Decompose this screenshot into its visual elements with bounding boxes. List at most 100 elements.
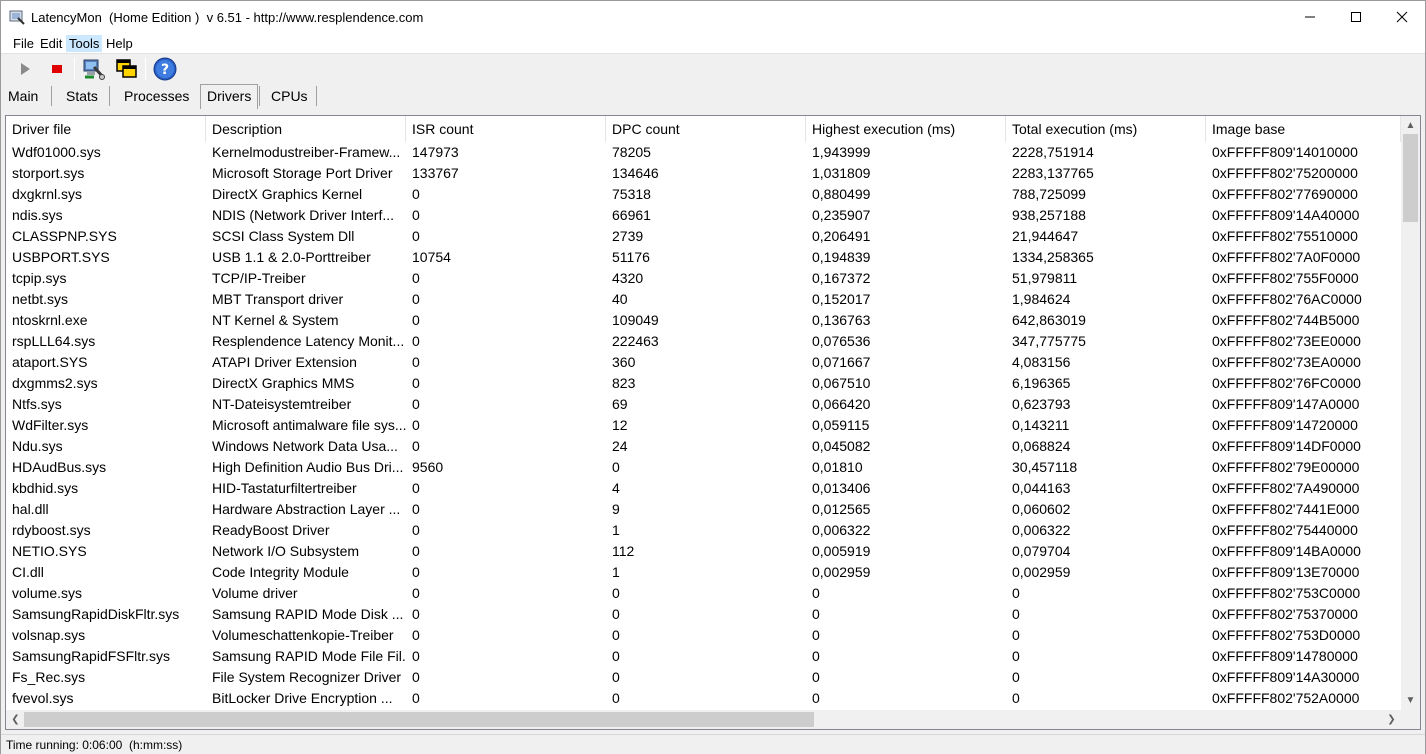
cell-total-execution: 4,083156 — [1012, 354, 1071, 370]
table-row[interactable]: SamsungRapidFSFltr.sys Samsung RAPID Mode… — [6, 646, 1401, 667]
scroll-down-icon[interactable]: ▼ — [1402, 692, 1419, 709]
table-row[interactable]: tcpip.sys TCP/IP-Treiber 0 4320 0,167372 51,9… — [6, 268, 1401, 289]
cell-highest-execution: 0 — [812, 585, 820, 601]
horizontal-scroll-thumb[interactable] — [24, 712, 814, 727]
scroll-left-icon[interactable]: ❮ — [7, 711, 24, 728]
table-row[interactable]: dxgmms2.sys DirectX Graphics MMS 0 823 0,067… — [6, 373, 1401, 394]
table-row[interactable]: volsnap.sys Volumeschattenkopie-Treiber 0 0… — [6, 625, 1401, 646]
cell-description: NT-Dateisystemtreiber — [212, 396, 352, 412]
table-row[interactable]: WdFilter.sys Microsoft antimalware file s… — [6, 415, 1401, 436]
copy-windows-button[interactable] — [114, 57, 138, 81]
tab-processes[interactable]: Processes — [118, 83, 195, 109]
table-row[interactable]: ataport.SYS ATAPI Driver Extension 0 360 0,0… — [6, 352, 1401, 373]
column-header-isr-count[interactable]: ISR count — [406, 116, 606, 142]
toolbar-separator — [145, 58, 146, 80]
table-row[interactable]: kbdhid.sys HID-Tastaturfiltertreiber 0 4 0,0… — [6, 478, 1401, 499]
column-header-description[interactable]: Description — [206, 116, 406, 142]
cell-isr-count: 0 — [412, 522, 420, 538]
vertical-scrollbar[interactable]: ▲ ▼ — [1401, 116, 1420, 710]
table-row[interactable]: rdyboost.sys ReadyBoost Driver 0 1 0,006322 0… — [6, 520, 1401, 541]
stop-icon — [52, 65, 62, 73]
horizontal-scrollbar[interactable]: ❮ ❯ — [6, 710, 1401, 729]
cell-image-base: 0xFFFFF809'14720000 — [1212, 417, 1358, 433]
table-row[interactable]: fvevol.sys BitLocker Drive Encryption ...… — [6, 688, 1401, 709]
cell-driver-file: Ntfs.sys — [12, 396, 62, 412]
tab-main[interactable]: Main — [2, 83, 44, 109]
cell-dpc-count: 0 — [612, 690, 620, 706]
cell-total-execution: 788,725099 — [1012, 186, 1086, 202]
cell-total-execution: 938,257188 — [1012, 207, 1086, 223]
cell-dpc-count: 112 — [612, 543, 635, 559]
cell-isr-count: 0 — [412, 333, 420, 349]
title-bar[interactable]: LatencyMon (Home Edition ) v 6.51 - http… — [1, 1, 1425, 33]
cell-total-execution: 0,044163 — [1012, 480, 1071, 496]
scroll-up-icon[interactable]: ▲ — [1402, 117, 1419, 134]
menu-file[interactable]: File — [10, 35, 37, 52]
stop-monitor-button[interactable] — [45, 57, 69, 81]
cell-dpc-count: 0 — [612, 606, 620, 622]
close-button[interactable] — [1379, 1, 1425, 33]
help-button[interactable]: ? — [153, 57, 177, 81]
table-row[interactable]: netbt.sys MBT Transport driver 0 40 0,152017… — [6, 289, 1401, 310]
cell-dpc-count: 0 — [612, 459, 620, 475]
table-row[interactable]: rspLLL64.sys Resplendence Latency Monit..… — [6, 331, 1401, 352]
cell-image-base: 0xFFFFF802'752A0000 — [1212, 690, 1360, 706]
resplendence-tools-button[interactable] — [82, 57, 106, 81]
table-row[interactable]: ntoskrnl.exe NT Kernel & System 0 109049 0,1… — [6, 310, 1401, 331]
cell-total-execution: 0,002959 — [1012, 564, 1071, 580]
column-header-image-base[interactable]: Image base — [1206, 116, 1401, 142]
table-row[interactable]: hal.dll Hardware Abstraction Layer ... 0 9 0… — [6, 499, 1401, 520]
menu-tools[interactable]: Tools — [66, 35, 103, 52]
cell-description: Microsoft Storage Port Driver — [212, 165, 393, 181]
table-row[interactable]: dxgkrnl.sys DirectX Graphics Kernel 0 75318… — [6, 184, 1401, 205]
cell-driver-file: ntoskrnl.exe — [12, 312, 88, 328]
drivers-list[interactable]: Driver file Description ISR count DPC co… — [5, 115, 1421, 730]
table-row[interactable]: HDAudBus.sys High Definition Audio Bus Dr… — [6, 457, 1401, 478]
table-row[interactable]: USBPORT.SYS USB 1.1 & 2.0-Porttreiber 1075… — [6, 247, 1401, 268]
vertical-scroll-thumb[interactable] — [1403, 134, 1418, 222]
maximize-button[interactable] — [1333, 1, 1379, 33]
cell-dpc-count: 134646 — [612, 165, 659, 181]
toolbar: ? — [1, 53, 1425, 83]
cell-dpc-count: 40 — [612, 291, 628, 307]
column-header-driver-file[interactable]: Driver file — [6, 116, 206, 142]
table-row[interactable]: Wdf01000.sys Kernelmodustreiber-Framew...… — [6, 142, 1401, 163]
cell-driver-file: SamsungRapidDiskFltr.sys — [12, 606, 180, 622]
column-header-total-execution[interactable]: Total execution (ms) — [1006, 116, 1206, 142]
table-row[interactable]: NETIO.SYS Network I/O Subsystem 0 112 0,0059… — [6, 541, 1401, 562]
cell-total-execution: 0 — [1012, 627, 1020, 643]
table-row[interactable]: storport.sys Microsoft Storage Port Drive… — [6, 163, 1401, 184]
table-row[interactable]: Fs_Rec.sys File System Recognizer Driver 0… — [6, 667, 1401, 688]
cell-driver-file: ataport.SYS — [12, 354, 88, 370]
cell-highest-execution: 0 — [812, 669, 820, 685]
menu-edit[interactable]: Edit — [37, 35, 65, 52]
cell-dpc-count: 0 — [612, 585, 620, 601]
cell-image-base: 0xFFFFF802'753C0000 — [1212, 585, 1361, 601]
tab-stats[interactable]: Stats — [60, 83, 104, 109]
table-row[interactable]: volume.sys Volume driver 0 0 0 0 0xFFFFF802'75… — [6, 583, 1401, 604]
cell-driver-file: Fs_Rec.sys — [12, 669, 86, 685]
cell-highest-execution: 0,012565 — [812, 501, 871, 517]
cell-total-execution: 6,196365 — [1012, 375, 1071, 391]
table-row[interactable]: Ndu.sys Windows Network Data Usa... 0 24 0,0… — [6, 436, 1401, 457]
tab-separator — [259, 86, 260, 106]
column-header-dpc-count[interactable]: DPC count — [606, 116, 806, 142]
menu-help[interactable]: Help — [103, 35, 136, 52]
column-header-highest-execution[interactable]: Highest execution (ms) — [806, 116, 1006, 142]
tab-cpus[interactable]: CPUs — [265, 83, 314, 109]
table-row[interactable]: Ntfs.sys NT-Dateisystemtreiber 0 69 0,066420… — [6, 394, 1401, 415]
cell-highest-execution: 0,045082 — [812, 438, 871, 454]
tab-drivers[interactable]: Drivers — [200, 84, 259, 109]
table-row[interactable]: ndis.sys NDIS (Network Driver Interf... 0 6… — [6, 205, 1401, 226]
cell-isr-count: 0 — [412, 228, 420, 244]
help-icon: ? — [153, 57, 177, 81]
table-row[interactable]: CLASSPNP.SYS SCSI Class System Dll 0 2739 0,… — [6, 226, 1401, 247]
minimize-button[interactable] — [1287, 1, 1333, 33]
start-monitor-button[interactable] — [13, 57, 37, 81]
cell-description: HID-Tastaturfiltertreiber — [212, 480, 357, 496]
table-row[interactable]: SamsungRapidDiskFltr.sys Samsung RAPID Mo… — [6, 604, 1401, 625]
cell-description: NDIS (Network Driver Interf... — [212, 207, 395, 223]
cell-highest-execution: 0,235907 — [812, 207, 871, 223]
table-row[interactable]: CI.dll Code Integrity Module 0 1 0,002959 0,0… — [6, 562, 1401, 583]
scroll-right-icon[interactable]: ❯ — [1383, 711, 1400, 728]
